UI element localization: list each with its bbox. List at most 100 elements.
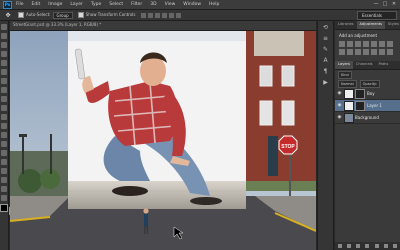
auto-select-label: Auto-Select:	[26, 12, 51, 17]
channel-mixer-icon[interactable]	[355, 49, 361, 55]
workspace-dropdown[interactable]: Essentials	[357, 11, 397, 20]
layer-filter-row: Kind	[335, 70, 400, 79]
curves-icon[interactable]	[355, 41, 361, 47]
brightness-contrast-icon[interactable]	[339, 41, 345, 47]
history-icon[interactable]: ⟲	[322, 24, 329, 31]
auto-select-dropdown[interactable]: Group	[52, 11, 73, 19]
color-balance-icon[interactable]	[387, 41, 393, 47]
eye-icon[interactable]: ◉	[337, 115, 342, 120]
clone-stamp-tool[interactable]	[1, 96, 7, 102]
menu-view[interactable]: View	[165, 2, 176, 7]
menu-select[interactable]: Select	[109, 2, 123, 7]
eyedropper-tool[interactable]	[1, 69, 7, 75]
align-bottom-icon[interactable]	[155, 12, 161, 18]
shape-tool[interactable]	[1, 177, 7, 183]
layer-row-background[interactable]: ◉ Background	[335, 112, 400, 124]
tab-styles[interactable]: Styles	[385, 21, 400, 29]
marquee-tool[interactable]	[1, 33, 7, 39]
new-group-icon[interactable]	[374, 244, 379, 248]
layer-mask-thumbnail[interactable]	[355, 88, 365, 99]
layer-name: Background	[355, 115, 379, 120]
show-transform-checkbox[interactable]	[77, 12, 84, 18]
hue-saturation-icon[interactable]	[379, 41, 385, 47]
show-transform-label: Show Transform Controls	[85, 12, 136, 17]
layer-row-boy[interactable]: ◉ Boy	[335, 88, 400, 100]
menu-3d[interactable]: 3D	[150, 2, 156, 7]
menu-edit[interactable]: Edit	[32, 2, 41, 7]
menu-image[interactable]: Image	[48, 2, 62, 7]
history-brush-tool[interactable]	[1, 105, 7, 111]
photo-filter-icon[interactable]	[347, 49, 353, 55]
tab-adjustments[interactable]: Adjustments	[356, 21, 386, 29]
healing-tool[interactable]	[1, 78, 7, 84]
close-icon[interactable]: ✕	[391, 1, 397, 7]
align-center-icon[interactable]	[169, 12, 175, 18]
blur-tool[interactable]	[1, 132, 7, 138]
quick-select-tool[interactable]	[1, 51, 7, 57]
document-canvas[interactable]: STOP	[10, 31, 316, 250]
pen-tool[interactable]	[1, 150, 7, 156]
auto-select-checkbox[interactable]	[18, 12, 24, 18]
levels-icon[interactable]	[347, 41, 353, 47]
hand-tool[interactable]	[1, 186, 7, 192]
blend-mode-dropdown[interactable]: Normal	[338, 79, 357, 88]
new-adjustment-icon[interactable]	[365, 244, 370, 248]
menu-filter[interactable]: Filter	[131, 2, 142, 7]
align-right-icon[interactable]	[176, 12, 182, 18]
delete-layer-icon[interactable]	[393, 244, 398, 248]
zoom-tool[interactable]	[1, 195, 7, 201]
align-top-icon[interactable]	[141, 12, 147, 18]
menu-window[interactable]: Window	[183, 2, 201, 7]
actions-icon[interactable]: ▶	[322, 79, 329, 86]
layer-kind-filter[interactable]: Kind	[338, 70, 352, 79]
brush-presets-icon[interactable]: ✎	[322, 46, 329, 53]
align-left-icon[interactable]	[162, 12, 168, 18]
document-tab[interactable]: StreetGiant.psd @ 33.3% (Layer 1, RGB/8)…	[10, 21, 316, 31]
menu-file[interactable]: File	[16, 2, 24, 7]
properties-icon[interactable]: ≡	[322, 35, 329, 42]
vibrance-icon[interactable]	[371, 41, 377, 47]
brush-tool[interactable]	[1, 87, 7, 93]
menu-type[interactable]: Type	[91, 2, 101, 7]
move-tool-icon[interactable]: ✥	[3, 11, 13, 19]
new-layer-icon[interactable]	[384, 244, 389, 248]
foreground-color-swatch[interactable]	[0, 204, 8, 212]
black-white-icon[interactable]	[339, 49, 345, 55]
tab-layers[interactable]: Layers	[335, 61, 353, 69]
threshold-icon[interactable]	[387, 49, 393, 55]
layer-style-icon[interactable]	[346, 244, 351, 248]
tab-paths[interactable]: Paths	[376, 61, 392, 69]
type-tool[interactable]	[1, 159, 7, 165]
add-mask-icon[interactable]	[356, 244, 361, 248]
maximize-icon[interactable]: □	[382, 1, 388, 7]
color-lookup-icon[interactable]	[363, 49, 369, 55]
eye-icon[interactable]: ◉	[337, 91, 342, 96]
character-icon[interactable]: A	[322, 57, 329, 64]
adjustment-buttons	[335, 41, 400, 55]
move-tool[interactable]	[1, 24, 7, 30]
opacity-field[interactable]: Opacity:	[359, 79, 381, 88]
eye-icon[interactable]: ◉	[337, 103, 342, 108]
layer-row-layer-1[interactable]: ◉ Layer 1	[335, 100, 400, 112]
link-layers-icon[interactable]	[337, 244, 342, 248]
dodge-tool[interactable]	[1, 141, 7, 147]
show-transform-option[interactable]: Show Transform Controls	[77, 12, 136, 18]
crop-tool[interactable]	[1, 60, 7, 66]
path-select-tool[interactable]	[1, 168, 7, 174]
app-logo: Ps	[3, 0, 12, 9]
auto-select-option[interactable]: Auto-Select:	[18, 12, 51, 18]
tab-channels[interactable]: Channels	[353, 61, 376, 69]
lasso-tool[interactable]	[1, 42, 7, 48]
invert-icon[interactable]	[371, 49, 377, 55]
exposure-icon[interactable]	[363, 41, 369, 47]
gradient-tool[interactable]	[1, 123, 7, 129]
menu-help[interactable]: Help	[209, 2, 219, 7]
menu-layer[interactable]: Layer	[70, 2, 83, 7]
tab-libraries[interactable]: Libraries	[335, 21, 357, 29]
eraser-tool[interactable]	[1, 114, 7, 120]
paragraph-icon[interactable]: ¶	[322, 68, 329, 75]
align-middle-icon[interactable]	[148, 12, 154, 18]
layer-mask-thumbnail[interactable]	[355, 100, 365, 111]
posterize-icon[interactable]	[379, 49, 385, 55]
minimize-icon[interactable]: —	[373, 1, 379, 7]
